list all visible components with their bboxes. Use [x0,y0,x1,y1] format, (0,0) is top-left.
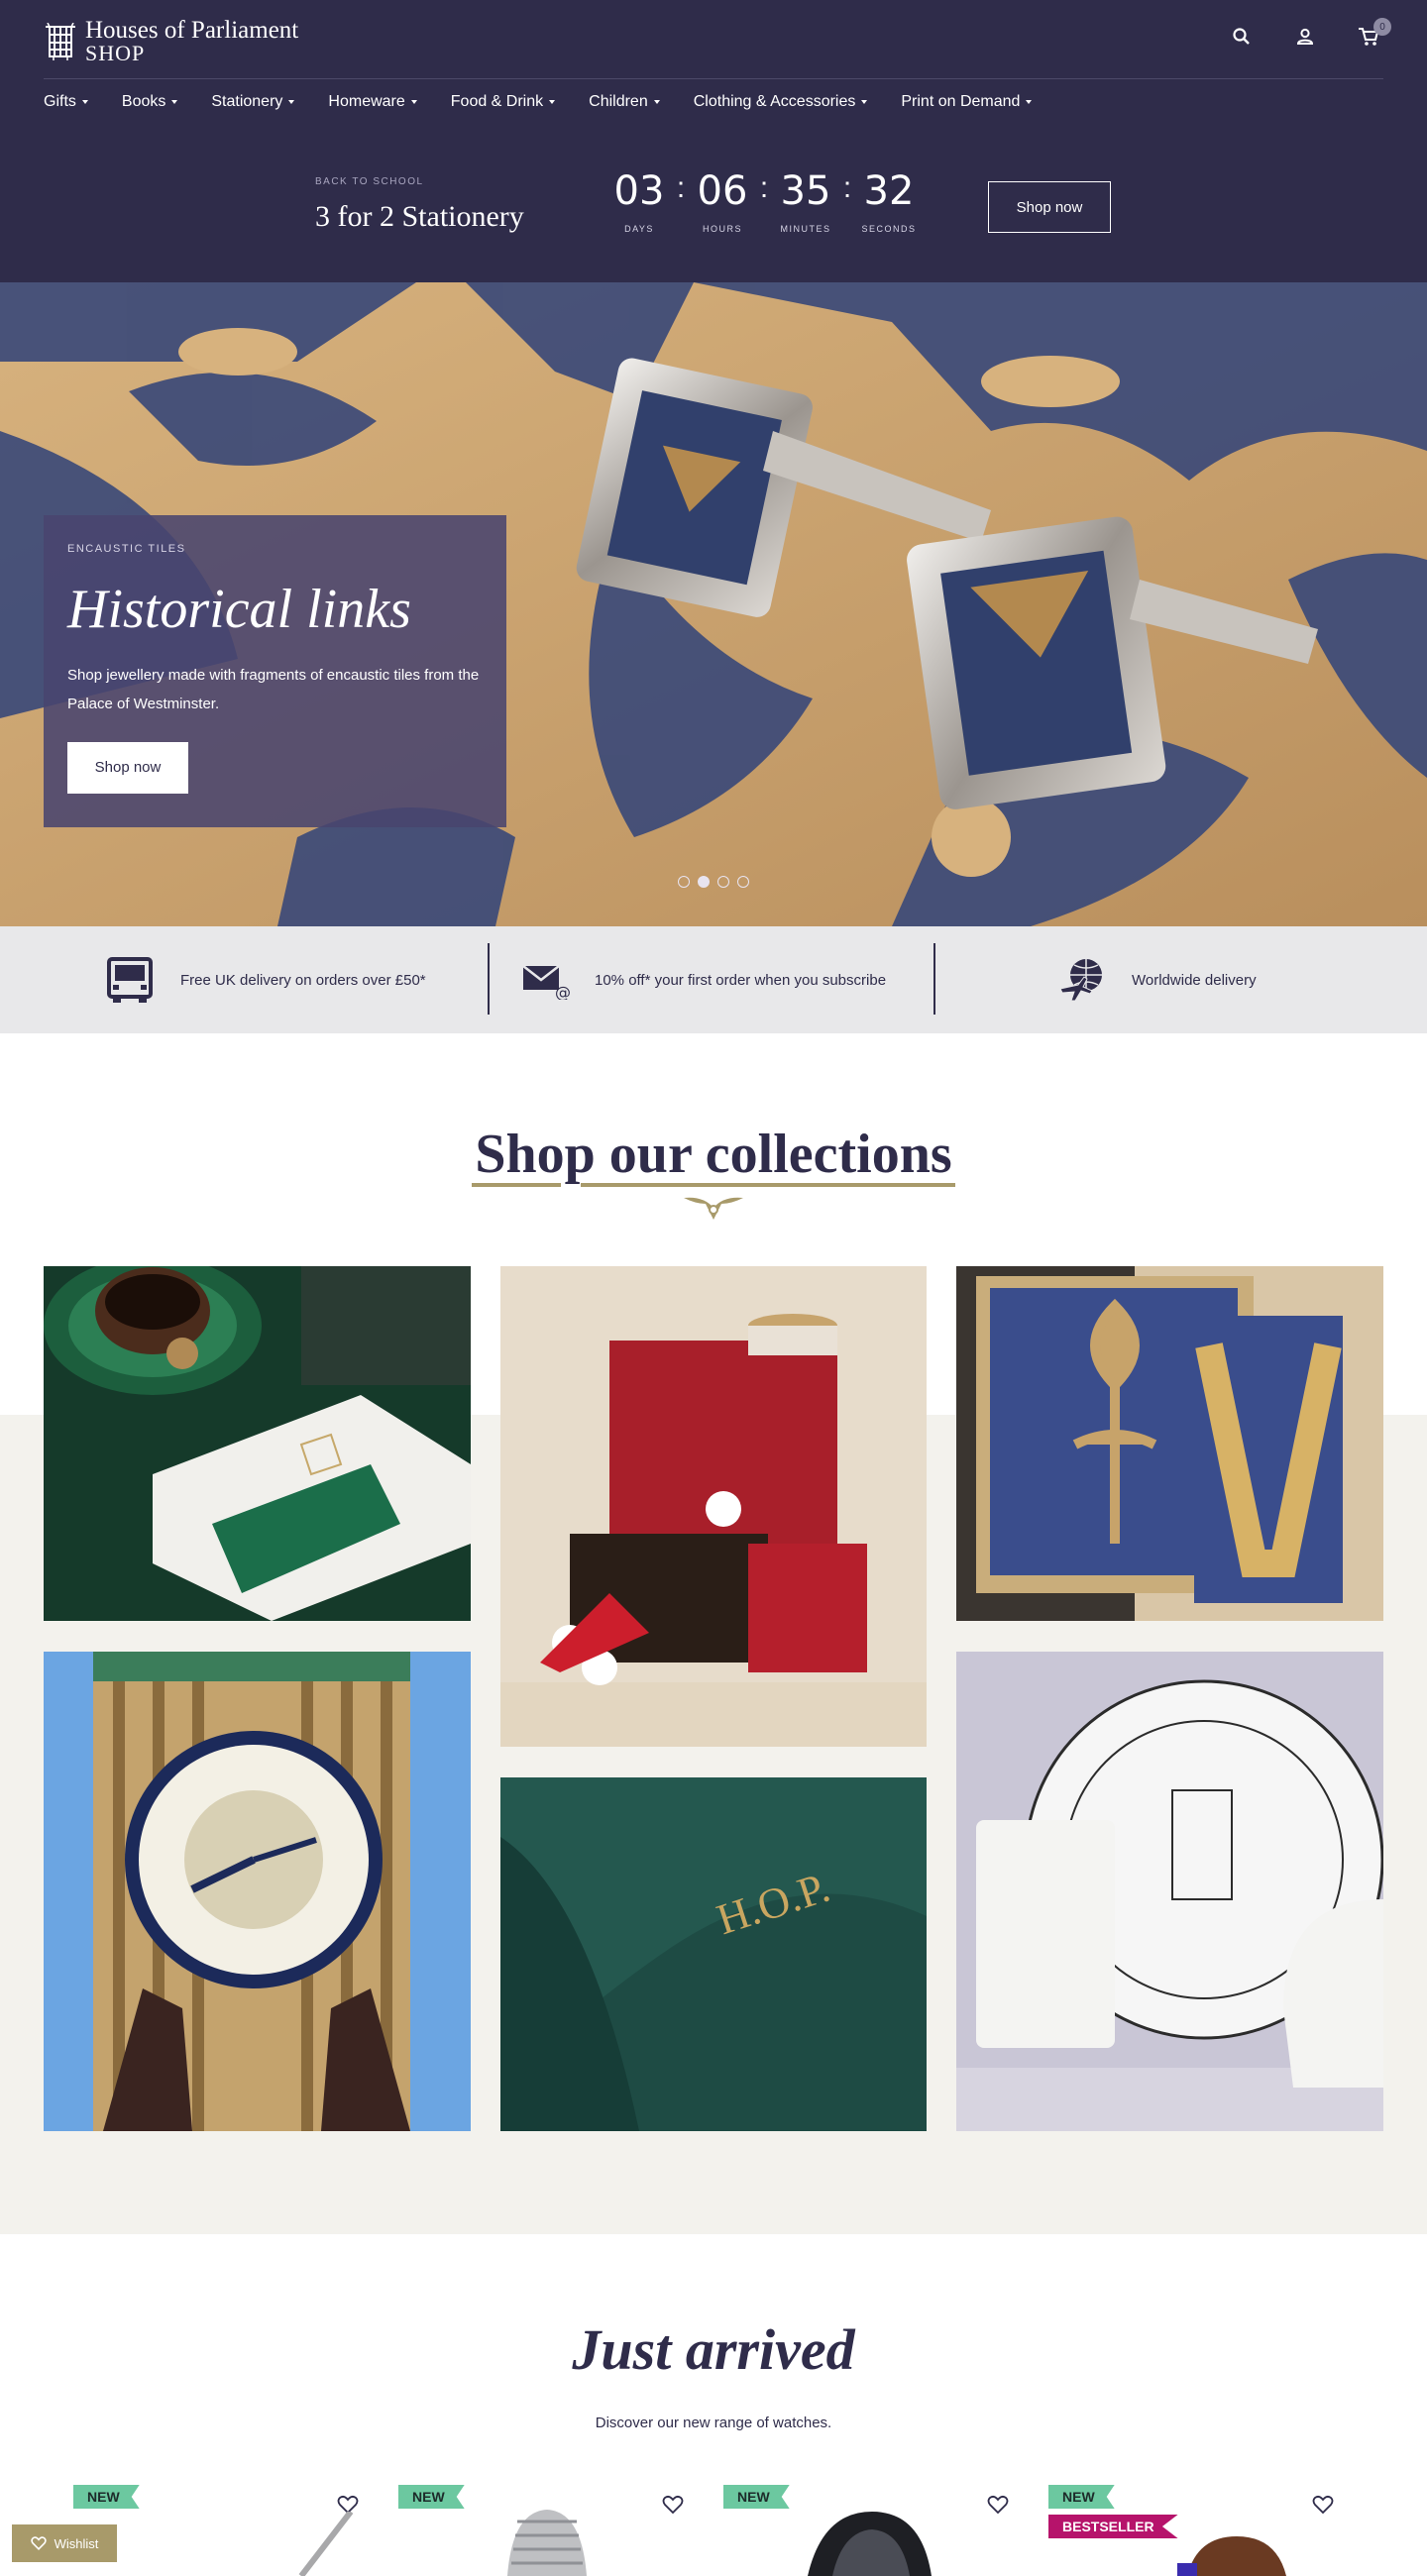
nav-item-print-on-demand[interactable]: Print on Demand [901,93,1033,111]
nav-item-stationery[interactable]: Stationery [211,93,295,111]
site-header: Houses of Parliament SHOP 0 Gifts Books … [0,0,1427,131]
portcullis-icon [46,22,75,60]
delivery-truck-icon [107,957,153,1003]
account-button[interactable] [1290,22,1320,52]
nav-item-books[interactable]: Books [122,93,178,111]
just-arrived-subtitle: Discover our new range of watches. [595,2415,832,2431]
header-divider [44,78,1383,79]
nav-item-children[interactable]: Children [589,93,660,111]
chevron-down-icon [81,100,88,104]
nav-item-gifts[interactable]: Gifts [44,93,88,111]
just-arrived-title: Just arrived [572,2317,855,2382]
collection-tile-gifts[interactable] [500,1266,927,1747]
hero-shop-now-button[interactable]: Shop now [67,741,188,794]
logo-subtitle: SHOP [85,41,146,65]
cart-button[interactable]: 0 [1354,18,1391,52]
chevron-down-icon [171,100,178,104]
search-icon [1233,28,1250,45]
countdown-timer: 03 DAYS : 06 HOURS : 35 MINUTES : 32 SEC… [608,170,920,234]
nav-item-clothing[interactable]: Clothing & Accessories [694,93,868,111]
chevron-down-icon [288,100,295,104]
promo-banner: BACK TO SCHOOL 3 for 2 Stationery 03 DAY… [0,131,1427,282]
countdown-days: 03 DAYS [613,168,665,234]
globe-plane-icon [1059,959,1102,1002]
cart-count-badge: 0 [1373,18,1391,36]
usp-worldwide: Worldwide delivery [1058,926,1257,1033]
collection-tile-accessories[interactable]: H.O.P. [500,1777,927,2131]
chevron-down-icon [549,100,556,104]
heart-icon[interactable] [987,2494,1009,2516]
chevron-down-icon [410,100,417,104]
promo-eyebrow: BACK TO SCHOOL [315,176,424,187]
heart-icon [30,2536,47,2550]
bestseller-badge: BESTSELLER [1048,2515,1178,2538]
search-button[interactable] [1227,22,1257,52]
collection-image [956,1266,1383,1621]
product-card[interactable]: NEW [694,2482,1021,2576]
countdown-separator: : [842,171,852,204]
countdown-minutes: 35 MINUTES [780,168,831,234]
collection-image [956,1652,1383,2131]
countdown-separator: : [676,171,686,204]
wishlist-label: Wishlist [54,2535,99,2551]
product-image [298,2512,354,2576]
collection-image [44,1652,471,2131]
chevron-down-icon [1026,100,1033,104]
collection-tile-stationery[interactable] [956,1266,1383,1621]
countdown-hours: 06 HOURS [697,168,748,234]
site-logo[interactable]: Houses of Parliament SHOP [44,18,298,64]
heart-icon[interactable] [662,2494,684,2516]
countdown-seconds: 32 SECONDS [861,168,917,234]
product-card[interactable]: NEW [369,2482,696,2576]
hero-carousel: ENCAUSTIC TILES Historical links Shop je… [0,282,1427,926]
usp-band: Free UK delivery on orders over £50* @ 1… [0,926,1427,1033]
product-image [808,2512,932,2576]
collection-tile-homeware[interactable] [44,1652,471,2131]
collections-title: Shop our collections [475,1124,952,1185]
carousel-dots [678,876,749,888]
new-badge: NEW [398,2485,465,2509]
collection-tile-votes-for-women[interactable] [956,1652,1383,2131]
collection-tile-food-drink[interactable] [44,1266,471,1621]
product-image [1177,2536,1286,2576]
promo-title: 3 for 2 Stationery [315,200,524,233]
nav-item-food-drink[interactable]: Food & Drink [451,93,556,111]
new-badge: NEW [1048,2485,1115,2509]
collection-image [44,1266,471,1621]
carousel-dot-4[interactable] [737,876,749,888]
usp-subscribe-text: 10% off* your first order when you subsc… [595,971,887,989]
usp-delivery: Free UK delivery on orders over £50* [105,926,426,1033]
usp-subscribe: @ 10% off* your first order when you sub… [521,926,886,1033]
chevron-down-icon [653,100,660,104]
chevron-down-icon [861,100,868,104]
carousel-dot-1[interactable] [678,876,690,888]
nav-item-homeware[interactable]: Homeware [328,93,417,111]
hero-description: Shop jewellery made with fragments of en… [67,666,480,712]
hero-title: Historical links [67,579,411,640]
collection-image: H.O.P. [500,1777,927,2131]
product-card[interactable]: NEW BESTSELLER [1019,2482,1356,2576]
user-icon [1296,28,1314,45]
hero-eyebrow: ENCAUSTIC TILES [67,543,186,555]
wishlist-button[interactable]: Wishlist [12,2524,117,2562]
usp-divider [488,943,490,1015]
carousel-dot-3[interactable] [717,876,729,888]
new-badge: NEW [723,2485,790,2509]
usp-divider [933,943,935,1015]
carousel-dot-2[interactable] [698,876,710,888]
main-nav: Gifts Books Stationery Homeware Food & D… [44,93,1065,111]
promo-shop-now-button[interactable]: Shop now [988,181,1111,233]
usp-worldwide-text: Worldwide delivery [1132,971,1257,989]
countdown-separator: : [759,171,769,204]
new-badge: NEW [73,2485,140,2509]
collection-image [500,1266,927,1747]
heart-icon[interactable] [1312,2494,1334,2516]
logo-title: Houses of Parliament [85,17,299,44]
ornament-divider-icon [472,1183,955,1220]
svg-text:@: @ [555,983,571,1000]
email-icon: @ [522,965,571,1000]
hero-card: ENCAUSTIC TILES Historical links Shop je… [44,515,506,827]
product-image [507,2510,587,2576]
usp-delivery-text: Free UK delivery on orders over £50* [180,971,426,989]
